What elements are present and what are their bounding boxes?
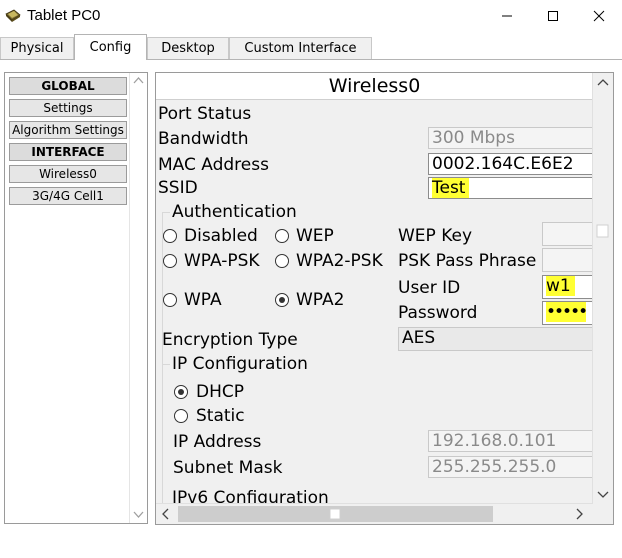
panel-heading: Wireless0 [156,73,593,100]
maximize-button[interactable] [530,0,576,32]
wireless-config-panel: Wireless0 Port Status Bandwidth 300 Mbps… [155,72,614,525]
title-bar: Tablet PC0 [0,0,622,34]
minimize-button[interactable] [484,0,530,32]
close-icon [593,10,605,22]
ssid-field[interactable]: Test [428,177,598,199]
wep-key-label: WEP Key [398,226,473,246]
user-id-value: w1 [546,276,575,296]
maximize-icon [548,11,558,21]
port-status-label: Port Status [158,104,252,124]
mac-address-field[interactable]: 0002.164C.E6E2 [428,153,598,175]
sidebar-item-settings[interactable]: Settings [9,99,127,117]
sidebar-item-wireless0[interactable]: Wireless0 [9,165,127,183]
auth-group-title: Authentication [172,202,297,222]
ip-group-border [162,364,170,365]
sidebar-header-interface: INTERFACE [9,143,127,161]
mac-address-label: MAC Address [158,155,269,175]
auth-group-border [162,212,170,213]
user-id-field[interactable]: w1 [542,275,598,299]
tab-config[interactable]: Config [74,34,147,60]
horizontal-scroll-icon [162,506,583,522]
minimize-icon [502,15,512,17]
password-label: Password [398,303,478,323]
auth-wpa-psk-radio[interactable] [163,254,177,268]
sidebar-header-global: GLOBAL [9,77,127,95]
tab-strip: Physical Config Desktop Custom Interface [0,34,622,60]
encryption-type-select[interactable]: AES [398,327,598,351]
config-sidebar: GLOBAL Settings Algorithm Settings INTER… [4,72,148,524]
subnet-mask-field: 255.255.255.0 [428,456,598,478]
ip-dhcp-label: DHCP [196,382,244,402]
ip-static-label: Static [196,406,245,426]
vertical-scroll-icon [596,79,609,498]
ip-address-label: IP Address [173,432,262,452]
subnet-mask-label: Subnet Mask [173,458,283,478]
ssid-value: Test [432,178,470,198]
bandwidth-label: Bandwidth [158,129,249,149]
sidebar-scroll-arrows-icon [133,77,144,518]
auth-wpa2-radio[interactable] [275,293,289,307]
auth-wpa2-label: WPA2 [296,290,345,310]
auth-wpa2-psk-radio[interactable] [275,254,289,268]
tab-custom-interface[interactable]: Custom Interface [229,37,372,59]
ip-config-title: IP Configuration [172,354,308,374]
password-field[interactable]: ••••• [542,301,598,325]
panel-vertical-scrollbar[interactable] [592,73,613,505]
panel-horizontal-scrollbar[interactable] [156,503,593,524]
auth-wep-radio[interactable] [275,229,289,243]
auth-wpa-radio[interactable] [163,293,177,307]
user-id-label: User ID [398,278,461,298]
ip-address-field: 192.168.0.101 [428,430,598,452]
ip-static-radio[interactable] [174,409,188,423]
auth-wpa-psk-label: WPA-PSK [184,251,260,271]
auth-disabled-radio[interactable] [163,229,177,243]
ssid-label: SSID [158,178,198,198]
wep-key-field [542,222,598,246]
auth-wpa-label: WPA [184,290,222,310]
auth-wpa2-psk-label: WPA2-PSK [296,251,383,271]
psk-pass-phrase-label: PSK Pass Phrase [398,251,537,271]
auth-wep-label: WEP [296,226,334,246]
sidebar-item-3g4g-cell1[interactable]: 3G/4G Cell1 [9,187,127,205]
tab-desktop[interactable]: Desktop [147,37,229,59]
ip-dhcp-radio[interactable] [174,385,188,399]
window-title: Tablet PC0 [27,7,101,24]
sidebar-scrollbar[interactable] [129,73,147,523]
sidebar-item-algorithm-settings[interactable]: Algorithm Settings [9,121,127,139]
bandwidth-field: 300 Mbps [428,127,598,149]
auth-disabled-label: Disabled [184,226,258,246]
close-button[interactable] [576,0,622,32]
password-value: ••••• [546,302,588,322]
tab-physical[interactable]: Physical [0,37,74,59]
tablet-app-icon [5,8,21,24]
scroll-corner [593,504,613,524]
psk-pass-phrase-field [542,248,598,272]
encryption-type-label: Encryption Type [162,330,298,350]
sidebar-list: GLOBAL Settings Algorithm Settings INTER… [7,75,129,209]
